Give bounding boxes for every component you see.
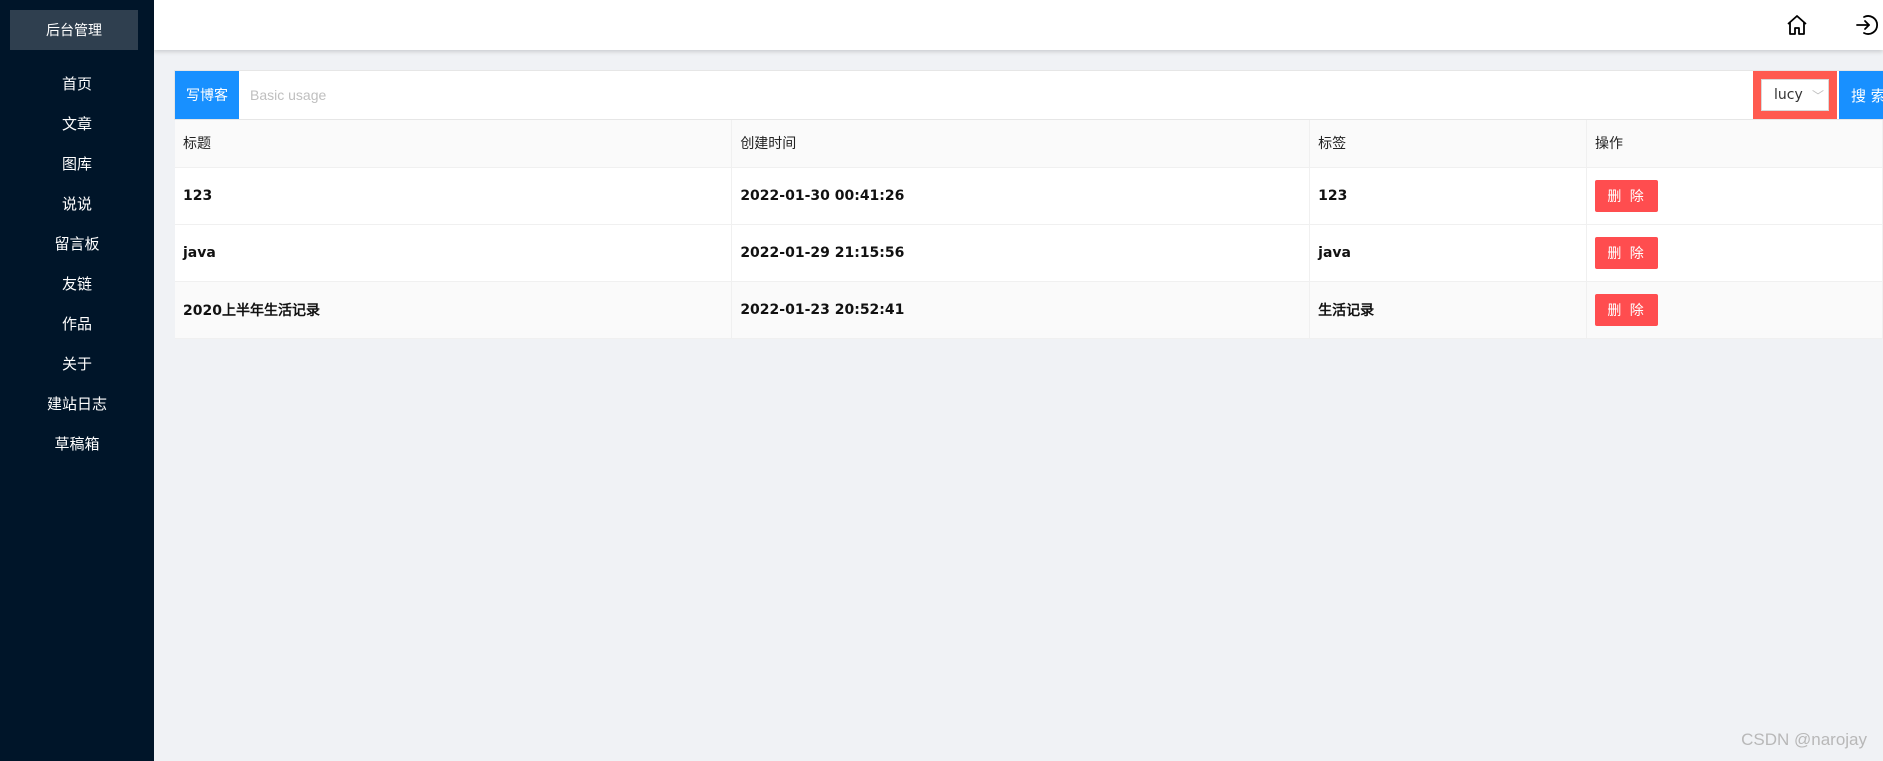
chevron-down-icon: ﹀	[1811, 89, 1824, 103]
cell-actions: 删 除	[1586, 224, 1883, 282]
home-icon[interactable]	[1782, 10, 1812, 40]
sidebar-item-links[interactable]: 友链	[0, 263, 154, 303]
delete-button[interactable]: 删 除	[1595, 293, 1659, 326]
select-container: lucy ﹀	[1753, 71, 1837, 119]
author-select[interactable]: lucy ﹀	[1761, 79, 1829, 111]
articles-table: 标题 创建时间 标签 操作 123 2022-01-30 00:41:26 12…	[175, 120, 1883, 339]
logout-icon[interactable]	[1852, 10, 1882, 40]
sidebar-item-gallery[interactable]: 图库	[0, 143, 154, 183]
table-row: java 2022-01-29 21:15:56 java 删 除	[175, 224, 1883, 282]
delete-button[interactable]: 删 除	[1595, 236, 1659, 269]
column-header-actions: 操作	[1586, 120, 1883, 168]
cell-created: 2022-01-29 21:15:56	[731, 224, 1311, 282]
column-header-tag: 标签	[1309, 120, 1588, 168]
delete-button[interactable]: 删 除	[1595, 179, 1659, 212]
cell-tag: 123	[1309, 167, 1588, 225]
cell-title: 2020上半年生活记录	[175, 281, 733, 339]
sidebar-brand[interactable]: 后台管理	[10, 10, 138, 50]
sidebar-menu: 首页 文章 图库 说说 留言板 友链 作品 关于 建站日志 草稿箱	[0, 63, 154, 463]
cell-created: 2022-01-30 00:41:26	[731, 167, 1311, 225]
cell-tag: java	[1309, 224, 1588, 282]
search-input[interactable]	[239, 71, 1727, 119]
sidebar-item-works[interactable]: 作品	[0, 303, 154, 343]
table-header-row: 标题 创建时间 标签 操作	[175, 120, 1883, 168]
sidebar-item-posts[interactable]: 说说	[0, 183, 154, 223]
column-header-title: 标题	[175, 120, 733, 168]
cell-title: 123	[175, 167, 733, 225]
write-blog-button[interactable]: 写博客	[175, 71, 239, 119]
sidebar-item-guestbook[interactable]: 留言板	[0, 223, 154, 263]
cell-created: 2022-01-23 20:52:41	[731, 281, 1311, 339]
sidebar-item-sitelog[interactable]: 建站日志	[0, 383, 154, 423]
toolbar: 写博客 lucy ﹀ 搜 索	[174, 70, 1883, 120]
cell-actions: 删 除	[1586, 167, 1883, 225]
column-header-created: 创建时间	[731, 120, 1311, 168]
sidebar-item-about[interactable]: 关于	[0, 343, 154, 383]
sidebar-item-drafts[interactable]: 草稿箱	[0, 423, 154, 463]
sidebar: 后台管理 首页 文章 图库 说说 留言板 友链 作品 关于 建站日志 草稿箱	[0, 0, 154, 761]
watermark: CSDN @narojay	[1741, 730, 1867, 749]
select-value: lucy	[1774, 87, 1803, 103]
header	[154, 0, 1883, 50]
cell-actions: 删 除	[1586, 281, 1883, 339]
sidebar-item-articles[interactable]: 文章	[0, 103, 154, 143]
table-row: 123 2022-01-30 00:41:26 123 删 除	[175, 167, 1883, 225]
sidebar-item-home[interactable]: 首页	[0, 63, 154, 103]
cell-tag: 生活记录	[1309, 281, 1588, 339]
table-row: 2020上半年生活记录 2022-01-23 20:52:41 生活记录 删 除	[175, 281, 1883, 339]
search-button[interactable]: 搜 索	[1839, 71, 1883, 119]
cell-title: java	[175, 224, 733, 282]
